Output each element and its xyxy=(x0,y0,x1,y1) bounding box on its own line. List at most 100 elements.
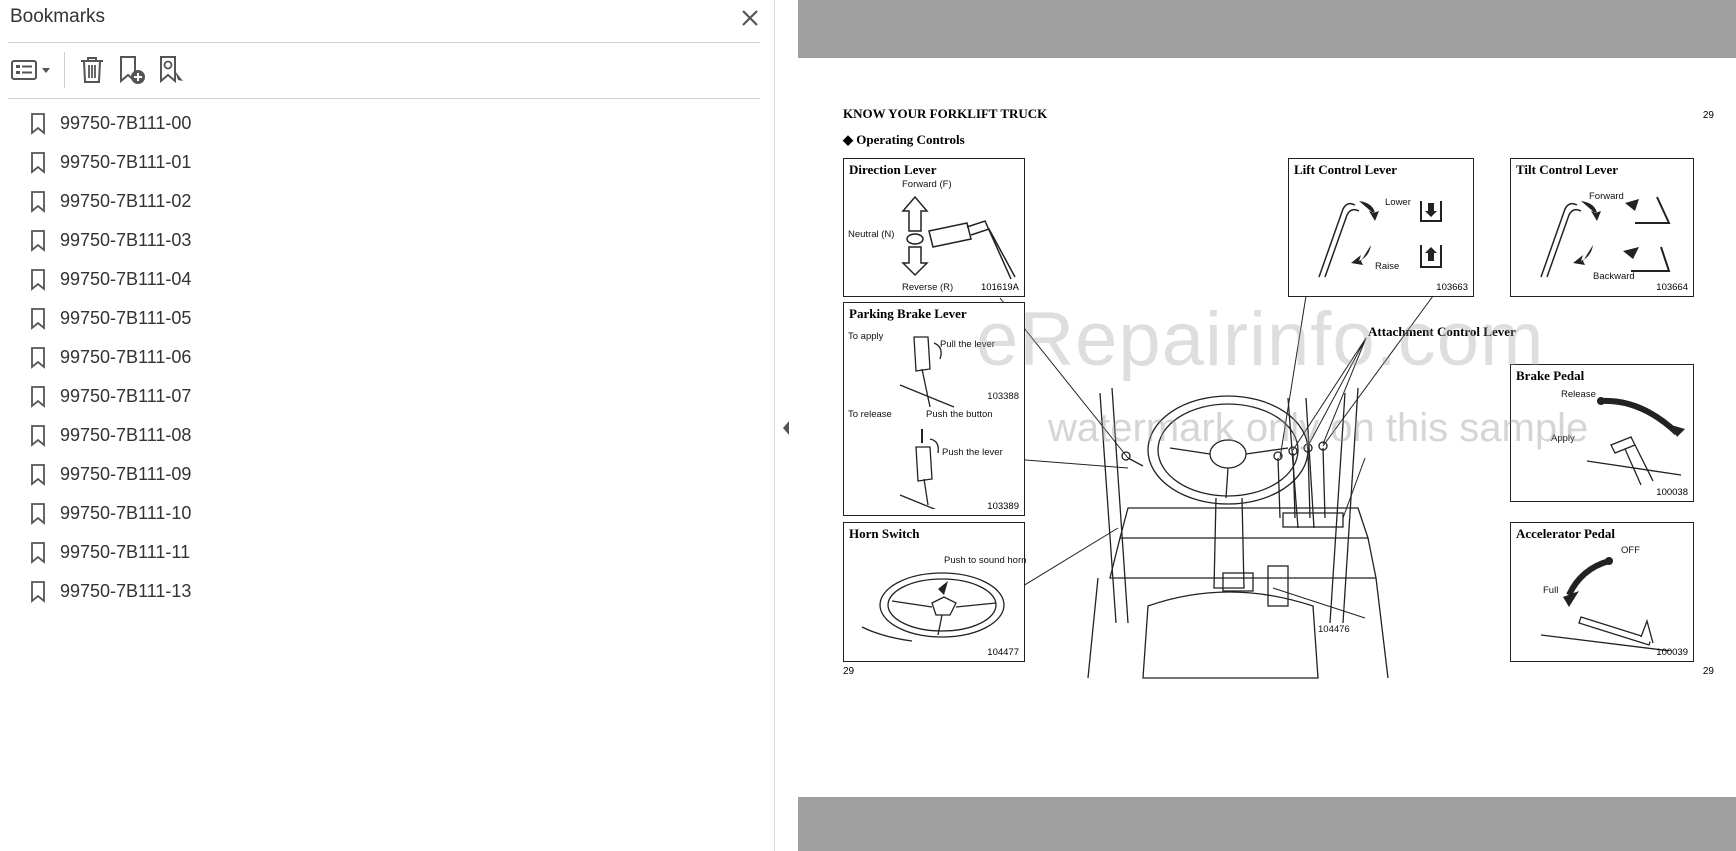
bookmarks-pane: Bookmarks 99750-7B111-00 99750-7B111-01 … xyxy=(0,0,775,851)
to-release-label: To release xyxy=(848,409,892,420)
delete-bookmark-button[interactable] xyxy=(74,50,110,90)
direction-lever-title: Direction Lever xyxy=(849,162,937,177)
tilt-code: 103664 xyxy=(1656,282,1688,293)
bookmark-icon xyxy=(31,424,45,447)
bookmark-item[interactable]: 99750-7B111-05 xyxy=(0,299,774,338)
add-bookmark-button[interactable] xyxy=(114,50,150,90)
tilt-control-box: Tilt Control Lever Forward Backward 1036… xyxy=(1510,158,1694,297)
options-button[interactable] xyxy=(10,50,52,90)
bookmark-label: 99750-7B111-04 xyxy=(60,269,192,289)
horn-switch-title: Horn Switch xyxy=(849,526,920,541)
bookmark-label: 99750-7B111-08 xyxy=(60,425,192,445)
bookmark-item[interactable]: 99750-7B111-00 xyxy=(0,104,774,143)
bookmark-item[interactable]: 99750-7B111-03 xyxy=(0,221,774,260)
bookmark-item[interactable]: 99750-7B111-11 xyxy=(0,533,774,572)
parking-brake-box: Parking Brake Lever To apply Pull the le… xyxy=(843,302,1025,516)
horn-switch-box: Horn Switch Push to sound horn 104477 xyxy=(843,522,1027,662)
accel-code: 100039 xyxy=(1656,647,1688,658)
pdf-page: KNOW YOUR FORKLIFT TRUCK 29 ◆ Operating … xyxy=(798,58,1736,797)
close-button[interactable] xyxy=(734,2,766,34)
horn-switch-drawing xyxy=(861,572,1005,642)
parking-code-2: 103389 xyxy=(987,501,1019,512)
bookmark-label: 99750-7B111-00 xyxy=(60,113,192,133)
accelerator-pedal-drawing xyxy=(1541,557,1672,651)
push-horn-label: Push to sound horn xyxy=(944,555,1027,566)
options-icon xyxy=(11,60,50,80)
bookmark-icon xyxy=(31,541,45,564)
bookmark-item[interactable]: 99750-7B111-07 xyxy=(0,377,774,416)
main-figure-code: 104476 xyxy=(1318,624,1350,635)
bookmarks-toolbar xyxy=(8,44,768,96)
bookmark-label: 99750-7B111-03 xyxy=(60,230,192,250)
toolbar-divider-line xyxy=(8,98,760,99)
bookmark-label: 99750-7B111-05 xyxy=(60,308,192,328)
bookmark-icon xyxy=(31,112,45,135)
attachment-callout: Attachment Control Lever xyxy=(1368,324,1516,339)
bookmark-label: 99750-7B111-11 xyxy=(60,542,191,562)
lift-control-title: Lift Control Lever xyxy=(1294,162,1398,177)
bookmark-item[interactable]: 99750-7B111-04 xyxy=(0,260,774,299)
tilt-control-title: Tilt Control Lever xyxy=(1516,162,1619,177)
bookmark-item[interactable]: 99750-7B111-01 xyxy=(0,143,774,182)
brake-pedal-box: Brake Pedal Release Apply 100038 xyxy=(1510,364,1694,502)
bookmark-list: 99750-7B111-00 99750-7B111-01 99750-7B111-… xyxy=(0,104,774,611)
accelerator-pedal-title: Accelerator Pedal xyxy=(1516,526,1616,541)
bookmark-item[interactable]: 99750-7B111-08 xyxy=(0,416,774,455)
add-bookmark-icon xyxy=(120,56,145,84)
bookmark-icon xyxy=(31,502,45,525)
bookmark-icon xyxy=(31,346,45,369)
footer-page-left: 29 xyxy=(843,666,855,677)
bookmark-label: 99750-7B111-06 xyxy=(60,347,192,367)
lift-control-box: Lift Control Lever Lower Raise 103663 xyxy=(1288,158,1474,297)
bookmark-icon xyxy=(31,463,45,486)
header-divider xyxy=(8,42,760,43)
bookmark-label: 99750-7B111-07 xyxy=(60,386,192,406)
to-apply-label: To apply xyxy=(848,331,884,342)
parking-brake-drawing xyxy=(899,336,955,509)
bookmark-icon xyxy=(31,229,45,252)
bookmark-label: 99750-7B111-10 xyxy=(60,503,192,523)
brake-pedal-title: Brake Pedal xyxy=(1516,368,1585,383)
bookmark-icon xyxy=(31,190,45,213)
tilt-lever-drawing xyxy=(1540,196,1671,278)
brake-code: 100038 xyxy=(1656,487,1688,498)
bookmark-item[interactable]: 99750-7B111-09 xyxy=(0,455,774,494)
bookmark-icon xyxy=(31,580,45,603)
bookmark-icon xyxy=(31,268,45,291)
collapse-arrow-icon[interactable] xyxy=(780,418,792,438)
bookmark-item[interactable]: 99750-7B111-02 xyxy=(0,182,774,221)
bookmark-icon xyxy=(31,385,45,408)
bookmark-label: 99750-7B111-09 xyxy=(60,464,192,484)
page-gap-top xyxy=(798,0,1736,58)
find-bookmark-button[interactable] xyxy=(154,50,190,90)
direction-code: 101619A xyxy=(980,282,1019,293)
close-icon xyxy=(742,10,758,26)
lift-lever-drawing xyxy=(1318,201,1442,278)
footer-page-right: 29 xyxy=(1702,666,1714,677)
apply-label: Apply xyxy=(1551,433,1575,444)
direction-lever-box: Direction Lever Forward (F) Neutral (N) … xyxy=(843,158,1025,297)
bookmark-icon xyxy=(31,307,45,330)
toolbar-divider xyxy=(64,52,65,88)
delete-icon xyxy=(81,57,103,83)
parking-brake-title: Parking Brake Lever xyxy=(849,306,967,321)
pane-title: Bookmarks xyxy=(10,6,106,27)
bookmark-label: 99750-7B111-13 xyxy=(60,581,192,601)
bookmark-label: 99750-7B111-01 xyxy=(60,152,192,172)
bookmark-icon xyxy=(31,151,45,174)
brake-pedal-drawing xyxy=(1586,397,1685,485)
bookmark-item[interactable]: 99750-7B111-10 xyxy=(0,494,774,533)
bookmark-item[interactable]: 99750-7B111-06 xyxy=(0,338,774,377)
forward-label: Forward (F) xyxy=(902,179,952,190)
bookmarks-header: Bookmarks xyxy=(0,0,774,36)
lift-code: 103663 xyxy=(1436,282,1468,293)
accelerator-pedal-box: Accelerator Pedal OFF Full 100039 xyxy=(1510,522,1694,662)
horn-code: 104477 xyxy=(987,647,1019,658)
neutral-label: Neutral (N) xyxy=(848,229,895,240)
bookmark-label: 99750-7B111-02 xyxy=(60,191,192,211)
reverse-label: Reverse (R) xyxy=(902,282,954,293)
direction-lever-drawing xyxy=(901,195,1016,280)
bookmark-item[interactable]: 99750-7B111-13 xyxy=(0,572,774,611)
page-gap-bottom xyxy=(798,797,1736,851)
find-bookmark-icon xyxy=(160,56,183,84)
